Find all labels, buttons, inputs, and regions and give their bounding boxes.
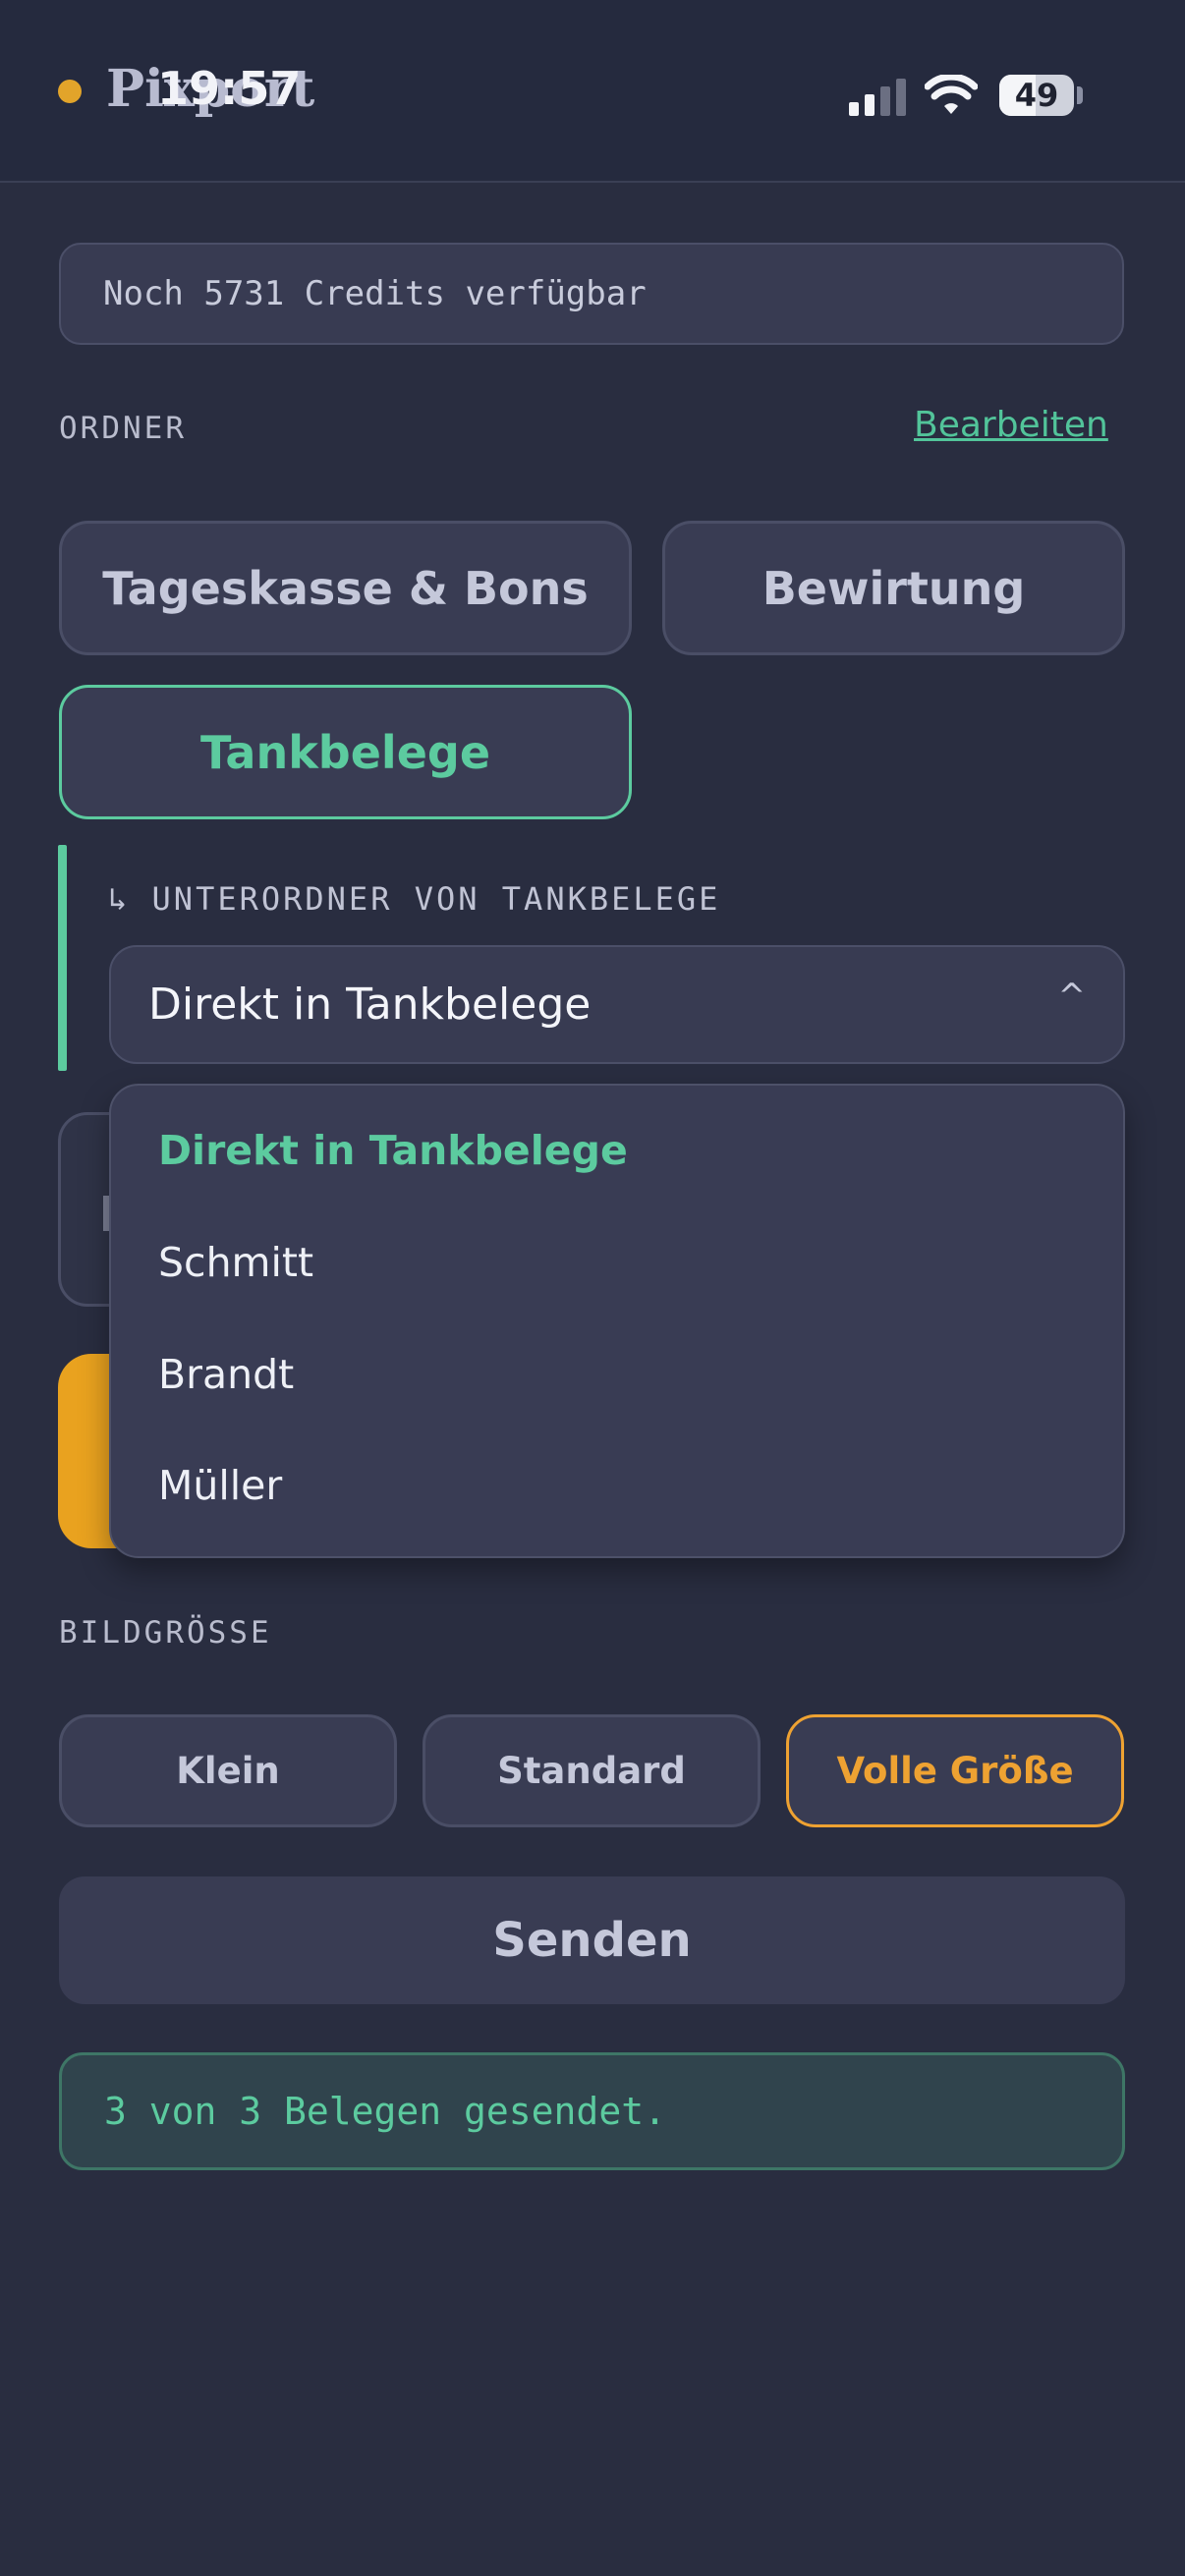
- size-button-volle-groesse[interactable]: Volle Größe: [786, 1714, 1124, 1827]
- cellular-signal-icon: [849, 79, 906, 116]
- size-button-klein[interactable]: Klein: [59, 1714, 397, 1827]
- dropdown-option-brandt[interactable]: Brandt: [158, 1351, 294, 1398]
- size-button-standard[interactable]: Standard: [423, 1714, 761, 1827]
- send-result-message: 3 von 3 Belegen gesendet.: [59, 2052, 1125, 2170]
- dropdown-option-direkt[interactable]: Direkt in Tankbelege: [158, 1127, 628, 1174]
- subfolder-label: ↳ UNTERORDNER VON TANKBELEGE: [108, 880, 721, 918]
- folders-label: ORDNER: [59, 411, 187, 446]
- dropdown-option-schmitt[interactable]: Schmitt: [158, 1239, 313, 1286]
- image-size-label: BILDGRÖSSE: [59, 1615, 272, 1651]
- battery-level: 49: [1014, 77, 1059, 114]
- status-time: 19:57: [157, 62, 302, 115]
- subfolder-select[interactable]: Direkt in Tankbelege ^: [109, 945, 1125, 1064]
- battery-icon: 49: [999, 75, 1074, 116]
- folder-button-tankbelege[interactable]: Tankbelege: [59, 685, 632, 819]
- edit-folders-link[interactable]: Bearbeiten: [914, 405, 1108, 445]
- subfolder-selected-value: Direkt in Tankbelege: [148, 980, 592, 1030]
- send-button[interactable]: Senden: [59, 1876, 1125, 2004]
- dropdown-option-mueller[interactable]: Müller: [158, 1462, 282, 1509]
- subfolder-dropdown-menu: Direkt in Tankbelege Schmitt Brandt Müll…: [109, 1084, 1125, 1558]
- folder-button-bewirtung[interactable]: Bewirtung: [662, 521, 1125, 655]
- folder-button-tageskasse[interactable]: Tageskasse & Bons: [59, 521, 632, 655]
- app-header: Pixport 19:57 49: [0, 0, 1185, 183]
- battery-cap: [1077, 86, 1083, 104]
- credits-info: Noch 5731 Credits verfügbar: [59, 243, 1124, 345]
- status-dot-icon: [58, 80, 82, 103]
- subfolder-indicator-bar: [58, 845, 67, 1071]
- chevron-up-icon: ^: [1057, 977, 1087, 1016]
- wifi-icon: [925, 75, 978, 114]
